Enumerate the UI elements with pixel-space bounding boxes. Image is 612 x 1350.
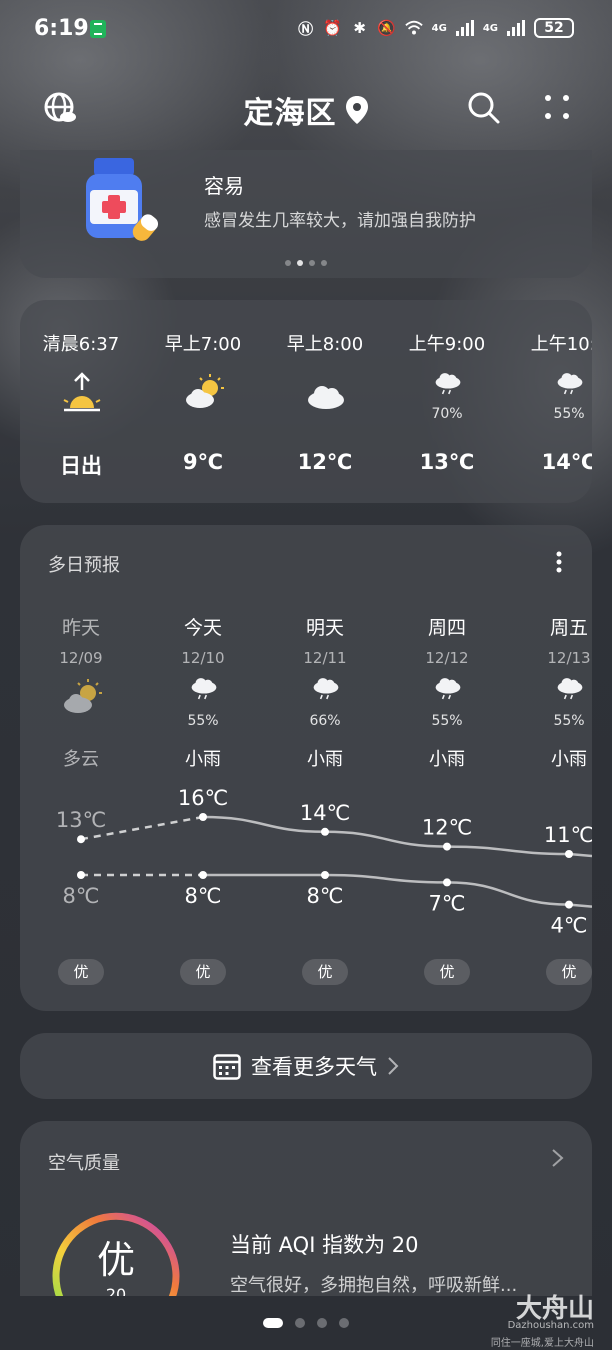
more-menu-button[interactable] [540, 90, 576, 126]
hourly-item: 上午9:00 70% 13℃ [386, 300, 508, 503]
low-temp-line [203, 873, 592, 908]
signal-icon [507, 19, 525, 37]
see-more-weather-button[interactable]: 查看更多天气 [20, 1033, 592, 1099]
page-dot [295, 1318, 305, 1328]
hourly-item: 早上7:00 9℃ [142, 300, 264, 503]
high-temp-point [77, 835, 85, 844]
temperature-curve-chart: 13℃ 16℃ 14℃ 12℃ 11℃ 8℃ 8℃ 8℃ 7℃ 4℃ [56, 786, 592, 938]
hourglass-icon [90, 20, 106, 38]
hour-time: 清晨6:37 [42, 334, 120, 355]
hourly-item: 上午10:0 55% 14℃ [508, 300, 592, 503]
low-temp-point [443, 878, 451, 887]
low-temp-label: 8℃ [63, 884, 100, 908]
pager-dot-active [297, 260, 303, 266]
high-temp-label: 13℃ [56, 808, 106, 832]
wifi-icon [404, 19, 423, 37]
page-dot [317, 1318, 327, 1328]
status-time: 6:19 [34, 16, 89, 41]
high-temp-label: 11℃ [544, 823, 592, 847]
hour-rain-probability: 70% [431, 406, 463, 422]
high-temp-label: 16℃ [178, 786, 228, 810]
high-temp-point [443, 842, 451, 851]
high-temp-point [199, 813, 207, 821]
life-tip-card[interactable]: 容易 感冒发生几率较大，请加强自我防护 [20, 150, 592, 278]
aqi-headline: 当前 AQI 指数为 20 [230, 1233, 419, 1257]
city-name[interactable]: 定海区 [244, 88, 337, 132]
watermark-slogan: 同住一座城,爱上大舟山 [490, 1338, 594, 1349]
low-temp-point [565, 900, 573, 909]
tip-level: 容易 [204, 174, 244, 198]
high-temp-line [202, 815, 592, 858]
daily-forecast-card[interactable]: 多日预报 昨天 12/09 多云 优 今天 12/10 55% 小雨 优 明天 … [20, 525, 592, 1011]
partly-cloudy-icon [186, 374, 224, 408]
alarm-icon: ⏰ [323, 19, 342, 37]
hour-rain-probability: 55% [553, 406, 585, 422]
hourly-item: 早上8:00 12℃ [264, 300, 386, 503]
search-icon [468, 92, 500, 124]
cloud-icon [308, 386, 344, 409]
pager-dot [285, 260, 291, 266]
hour-temp: 13℃ [419, 450, 475, 474]
tip-description: 感冒发生几率较大，请加强自我防护 [204, 211, 476, 231]
rain-icon [557, 373, 583, 395]
low-temp-label: 4℃ [551, 914, 588, 938]
sunrise-icon [63, 372, 101, 412]
hour-time: 上午10:0 [530, 334, 592, 355]
location-pin-icon [345, 96, 368, 124]
battery-indicator: 52 [534, 18, 574, 38]
tip-pager-dots [20, 260, 592, 266]
watermark: 大舟山 Dazhoushan.com 同住一座城,爱上大舟山 [444, 1288, 594, 1349]
aqi-grade: 优 [96, 1238, 135, 1282]
high-temp-point [321, 827, 329, 836]
hour-time: 早上7:00 [164, 334, 242, 355]
signal-icon [455, 19, 474, 37]
low-temp-label: 8℃ [185, 884, 222, 908]
status-icons: Ⓝ ⏰ ✱ 🔕 4G 4G 52 [297, 18, 574, 38]
mute-icon: 🔕 [377, 19, 396, 37]
nfc-icon: Ⓝ [298, 19, 314, 38]
search-button[interactable] [466, 90, 502, 126]
see-more-label: 查看更多天气 [251, 1055, 377, 1079]
low-temp-point [321, 871, 329, 879]
network-type-1: 4G [431, 22, 447, 34]
chevron-right-icon [388, 1057, 399, 1075]
high-temp-label: 14℃ [300, 801, 350, 825]
watermark-site: Dazhoushan.com [507, 1320, 594, 1331]
more-dots-icon [545, 95, 569, 119]
low-temp-label: 7℃ [429, 891, 466, 915]
hour-time: 早上8:00 [286, 334, 364, 355]
low-temp-point [199, 871, 207, 879]
high-temp-point [565, 850, 573, 858]
air-quality-title: 空气质量 [48, 1153, 120, 1174]
header: 定海区 [0, 82, 612, 134]
pager-dot [321, 260, 327, 266]
hourly-item: 清晨6:37 日出 [20, 300, 142, 503]
hour-temp: 9℃ [182, 450, 224, 474]
chevron-right-icon[interactable] [550, 1147, 566, 1169]
low-temp-point [77, 871, 85, 879]
page-dot-active [263, 1318, 283, 1328]
bluetooth-icon: ✱ [353, 19, 366, 37]
rain-icon [435, 373, 461, 395]
calendar-icon [213, 1054, 241, 1080]
status-bar: 6:19 Ⓝ ⏰ ✱ 🔕 4G 4G 52 [0, 0, 612, 60]
hour-temp: 14℃ [541, 450, 592, 474]
hour-time: 上午9:00 [408, 334, 486, 355]
medicine-bottle-icon [86, 158, 159, 241]
low-temp-label: 8℃ [307, 884, 344, 908]
pager-dot [309, 260, 315, 266]
hour-temp: 12℃ [297, 450, 353, 474]
network-type-2: 4G [482, 22, 498, 34]
hour-temp: 日出 [60, 454, 102, 478]
page-dot [339, 1318, 349, 1328]
high-temp-label: 12℃ [422, 816, 472, 840]
hourly-forecast-card[interactable]: 清晨6:37 日出 早上7:00 9℃ 早上8:00 12℃ 上午9:00 70… [20, 300, 592, 503]
